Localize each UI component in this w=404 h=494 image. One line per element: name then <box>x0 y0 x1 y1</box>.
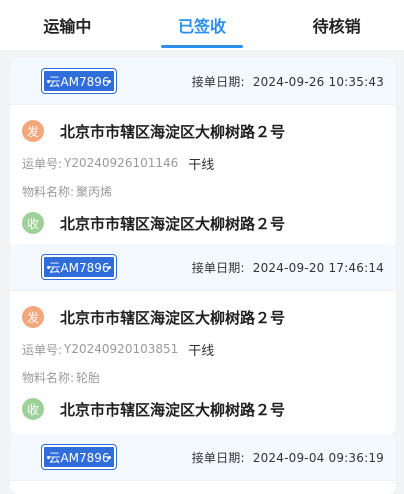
material-row: 物料名称: 轮胎 <box>22 363 384 391</box>
waybill-label: 运单号: <box>22 156 63 171</box>
order-card-header: 云AM7896 接单日期: 2024-09-20 17:46:14 <box>10 244 396 291</box>
waybill-label: 运单号: <box>22 342 63 357</box>
order-date: 接单日期: 2024-09-04 09:36:19 <box>192 449 384 466</box>
order-card-body: 发 北京市市辖区海淀区大柳树路２号 运单号: Y20240926101146 干… <box>10 105 396 241</box>
order-card[interactable]: 云AM7896 接单日期: 2024-09-04 09:36:19 <box>10 434 396 494</box>
destination-row: 收 北京市市辖区海淀区大柳树路２号 <box>22 391 384 427</box>
license-plate: 云AM7896 <box>41 444 117 470</box>
tab-in-transit[interactable]: 运输中 <box>7 0 127 50</box>
origin-address: 北京市市辖区海淀区大柳树路２号 <box>60 122 286 141</box>
order-date: 接单日期: 2024-09-26 10:35:43 <box>192 73 384 90</box>
order-card[interactable]: 云AM7896 接单日期: 2024-09-20 17:46:14 发 北京市市辖… <box>10 244 396 435</box>
order-date-label: 接单日期: <box>191 260 245 275</box>
waybill-number: Y20240926101146 <box>64 156 179 170</box>
status-tabs: 运输中 已签收 待核销 <box>0 0 404 50</box>
order-card-header: 云AM7896 接单日期: 2024-09-04 09:36:19 <box>10 434 396 481</box>
order-date: 接单日期: 2024-09-20 17:46:14 <box>192 259 384 276</box>
order-card[interactable]: 云AM7896 接单日期: 2024-09-26 10:35:43 发 北京市市辖… <box>10 58 396 249</box>
receive-badge: 收 <box>22 398 44 420</box>
tab-pending-verification[interactable]: 待核销 <box>277 0 397 50</box>
send-badge: 发 <box>22 306 44 328</box>
transport-mode: 干线 <box>188 157 215 173</box>
order-date-label: 接单日期: <box>191 450 245 465</box>
order-date-label: 接单日期: <box>191 74 245 89</box>
send-badge: 发 <box>22 120 44 142</box>
material-label: 物料名称: <box>22 184 75 199</box>
material-name: 聚丙烯 <box>76 184 113 199</box>
material-row: 物料名称: 聚丙烯 <box>22 177 384 205</box>
destination-address: 北京市市辖区海淀区大柳树路２号 <box>60 400 286 419</box>
origin-address: 北京市市辖区海淀区大柳树路２号 <box>60 308 286 327</box>
destination-address: 北京市市辖区海淀区大柳树路２号 <box>60 214 286 233</box>
waybill-row: 运单号: Y20240926101146 干线 <box>22 149 384 177</box>
receive-badge: 收 <box>22 212 44 234</box>
order-card-body: 发 北京市市辖区海淀区大柳树路２号 运单号: Y20240920103851 干… <box>10 291 396 427</box>
order-date-value: 2024-09-04 09:36:19 <box>252 450 384 465</box>
material-label: 物料名称: <box>22 370 75 385</box>
material-name: 轮胎 <box>76 370 101 385</box>
waybill-number: Y20240920103851 <box>64 342 179 356</box>
transport-mode: 干线 <box>188 343 215 359</box>
origin-row: 发 北京市市辖区海淀区大柳树路２号 <box>22 113 384 149</box>
tab-signed[interactable]: 已签收 <box>142 0 262 50</box>
license-plate: 云AM7896 <box>41 254 117 280</box>
order-date-value: 2024-09-26 10:35:43 <box>252 74 384 89</box>
order-date-value: 2024-09-20 17:46:14 <box>252 260 384 275</box>
destination-row: 收 北京市市辖区海淀区大柳树路２号 <box>22 205 384 241</box>
license-plate: 云AM7896 <box>41 68 117 94</box>
waybill-row: 运单号: Y20240920103851 干线 <box>22 335 384 363</box>
origin-row: 发 北京市市辖区海淀区大柳树路２号 <box>22 299 384 335</box>
order-card-header: 云AM7896 接单日期: 2024-09-26 10:35:43 <box>10 58 396 105</box>
